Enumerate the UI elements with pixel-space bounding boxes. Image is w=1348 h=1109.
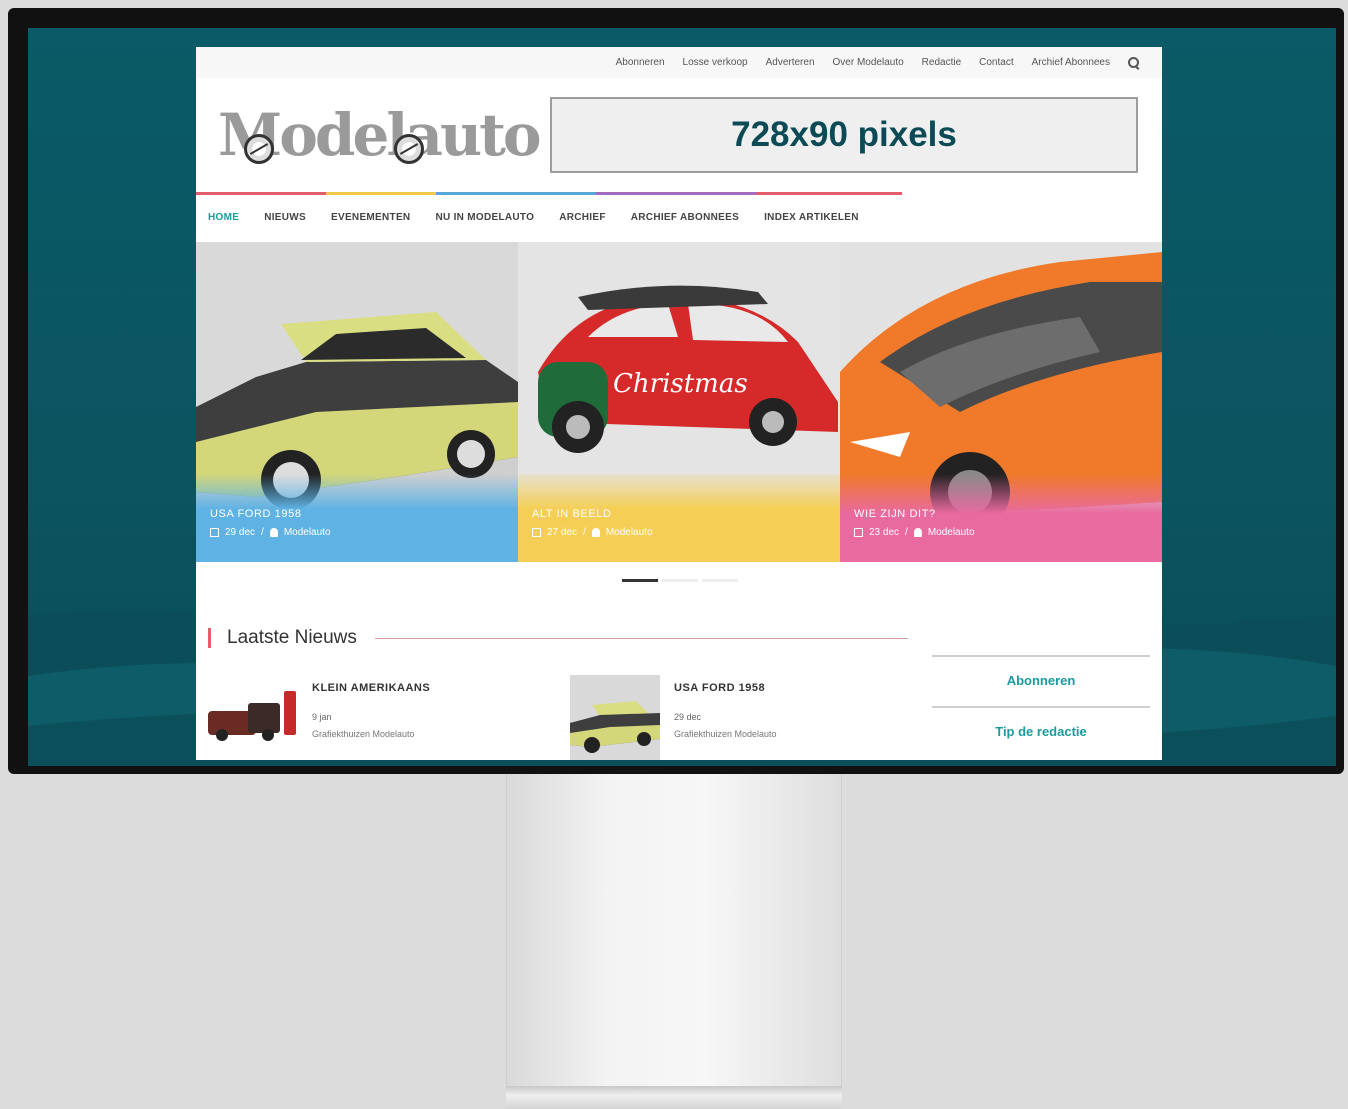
news-author: Grafiekthuizen Modelauto bbox=[674, 729, 777, 739]
heading-divider bbox=[374, 637, 908, 639]
latest-news-heading: Laatste Nieuws bbox=[208, 627, 908, 649]
sidebar-link-abonneren[interactable]: Abonneren bbox=[932, 657, 1150, 706]
slide-date: 23 dec bbox=[869, 527, 900, 538]
slide-meta: 23 dec / Modelauto bbox=[854, 527, 1148, 538]
slide-author: Modelauto bbox=[605, 527, 653, 538]
slide-author: Modelauto bbox=[283, 527, 331, 538]
slide-meta: 27 dec / Modelauto bbox=[532, 527, 826, 538]
news-thumbnail[interactable] bbox=[208, 675, 298, 760]
nav-color-strip bbox=[196, 192, 902, 195]
user-icon bbox=[913, 528, 922, 537]
slide-author: Modelauto bbox=[927, 527, 975, 538]
topnav-link-redactie[interactable]: Redactie bbox=[922, 57, 961, 68]
slider-dot[interactable] bbox=[662, 579, 698, 582]
news-item-2[interactable]: USA FORD 1958 29 dec Grafiekthuizen Mode… bbox=[570, 675, 777, 760]
search-icon[interactable] bbox=[1128, 56, 1140, 69]
topnav-link-adverteren[interactable]: Adverteren bbox=[766, 57, 815, 68]
ad-banner[interactable]: 728x90 pixels bbox=[550, 97, 1138, 173]
monitor-stand-base bbox=[506, 1086, 842, 1109]
svg-text:Christmas: Christmas bbox=[613, 369, 748, 399]
slide-2[interactable]: Christmas ALT IN BEELD 27 dec / Modelaut… bbox=[518, 242, 840, 562]
slider-dot[interactable] bbox=[622, 579, 658, 582]
nav-item-home[interactable]: HOME bbox=[208, 212, 239, 223]
site-header: Modelauto 728x90 pixels bbox=[196, 78, 1162, 192]
news-author: Grafiekthuizen Modelauto bbox=[312, 729, 415, 739]
nav-item-index-artikelen[interactable]: INDEX ARTIKELEN bbox=[764, 212, 859, 223]
topnav-link-over-modelauto[interactable]: Over Modelauto bbox=[833, 57, 904, 68]
news-title[interactable]: KLEIN AMERIKAANS bbox=[312, 682, 430, 694]
slide-title[interactable]: ALT IN BEELD bbox=[532, 508, 826, 520]
slide-date: 29 dec bbox=[225, 527, 256, 538]
news-date: 29 dec bbox=[674, 712, 702, 722]
nav-item-archief-abonnees[interactable]: ARCHIEF ABONNEES bbox=[631, 212, 739, 223]
topnav-link-archief-abonnees[interactable]: Archief Abonnees bbox=[1032, 57, 1110, 68]
slide-title[interactable]: WIE ZIJN DIT? bbox=[854, 508, 1148, 520]
ad-banner-text: 728x90 pixels bbox=[731, 115, 957, 154]
slide-3-caption: WIE ZIJN DIT? 23 dec / Modelauto bbox=[840, 474, 1162, 562]
monitor-stand bbox=[506, 760, 842, 1109]
nav-item-nieuws[interactable]: NIEUWS bbox=[264, 212, 306, 223]
slide-date: 27 dec bbox=[547, 527, 578, 538]
news-item-1[interactable]: KLEIN AMERIKAANS 9 jan Grafiekthuizen Mo… bbox=[208, 675, 430, 760]
slide-2-caption: ALT IN BEELD 27 dec / Modelauto bbox=[518, 474, 840, 562]
site-logo[interactable]: Modelauto bbox=[218, 100, 542, 170]
sidebar-link-tip-de-redactie[interactable]: Tip de redactie bbox=[932, 708, 1150, 757]
section-title: Laatste Nieuws bbox=[227, 627, 357, 648]
news-title[interactable]: USA FORD 1958 bbox=[674, 682, 777, 694]
topnav-link-abonneren[interactable]: Abonneren bbox=[616, 57, 665, 68]
user-icon bbox=[269, 528, 278, 537]
sidebar: Abonneren Tip de redactie bbox=[932, 655, 1150, 757]
topnav-link-contact[interactable]: Contact bbox=[979, 57, 1013, 68]
calendar-icon bbox=[532, 528, 541, 537]
slide-title[interactable]: USA FORD 1958 bbox=[210, 508, 504, 520]
main-nav: HOME NIEUWS EVENEMENTEN NU IN MODELAUTO … bbox=[196, 192, 1162, 242]
heading-accent-bar bbox=[208, 628, 211, 648]
slider-pagination bbox=[622, 579, 738, 582]
featured-slider: USA FORD 1958 29 dec / Modelauto Christm… bbox=[196, 242, 1162, 562]
nav-item-evenementen[interactable]: EVENEMENTEN bbox=[331, 212, 410, 223]
calendar-icon bbox=[210, 528, 219, 537]
slide-3[interactable]: WIE ZIJN DIT? 23 dec / Modelauto bbox=[840, 242, 1162, 562]
nav-item-nu-in-modelauto[interactable]: NU IN MODELAUTO bbox=[435, 212, 534, 223]
website-page: Abonneren Losse verkoop Adverteren Over … bbox=[196, 47, 1162, 760]
news-thumbnail[interactable] bbox=[570, 675, 660, 760]
user-icon bbox=[591, 528, 600, 537]
logo-wheel-icon bbox=[244, 134, 274, 164]
slider-dot[interactable] bbox=[702, 579, 738, 582]
slide-1-caption: USA FORD 1958 29 dec / Modelauto bbox=[196, 474, 518, 562]
nav-item-archief[interactable]: ARCHIEF bbox=[559, 212, 606, 223]
slide-meta: 29 dec / Modelauto bbox=[210, 527, 504, 538]
news-date: 9 jan bbox=[312, 712, 332, 722]
calendar-icon bbox=[854, 528, 863, 537]
slide-1[interactable]: USA FORD 1958 29 dec / Modelauto bbox=[196, 242, 518, 562]
topnav-link-losse-verkoop[interactable]: Losse verkoop bbox=[683, 57, 748, 68]
top-utility-nav: Abonneren Losse verkoop Adverteren Over … bbox=[196, 47, 1162, 78]
logo-wheel-icon bbox=[394, 134, 424, 164]
